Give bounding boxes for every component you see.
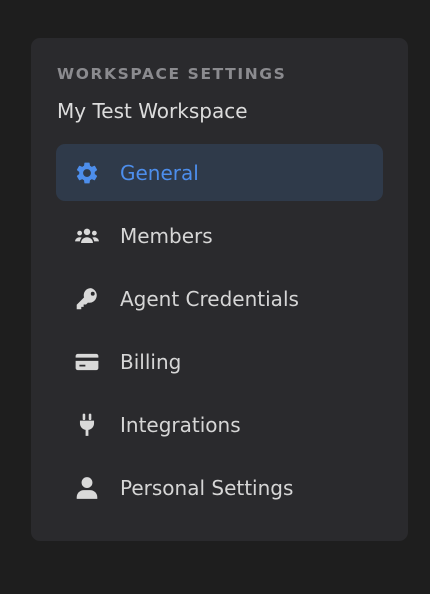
sidebar-item-label: General	[120, 160, 199, 185]
sidebar-item-label: Agent Credentials	[120, 286, 299, 311]
credit-card-icon	[74, 349, 100, 375]
sidebar-item-label: Members	[120, 223, 213, 248]
plug-icon	[74, 412, 100, 438]
user-icon	[74, 475, 100, 501]
users-icon	[74, 223, 100, 249]
sidebar-item-general[interactable]: General	[56, 144, 383, 201]
sidebar-item-personal-settings[interactable]: Personal Settings	[56, 459, 383, 516]
sidebar-item-agent-credentials[interactable]: Agent Credentials	[56, 270, 383, 327]
section-label: WORKSPACE SETTINGS	[57, 65, 287, 83]
sidebar-item-label: Integrations	[120, 412, 241, 437]
workspace-name: My Test Workspace	[57, 99, 248, 123]
gear-icon	[74, 160, 100, 186]
settings-nav: General Members Agent Credentials Billin…	[56, 144, 383, 522]
sidebar-item-billing[interactable]: Billing	[56, 333, 383, 390]
key-icon	[74, 286, 100, 312]
workspace-settings-panel: WORKSPACE SETTINGS My Test Workspace Gen…	[31, 38, 408, 541]
sidebar-item-label: Personal Settings	[120, 475, 294, 500]
sidebar-item-label: Billing	[120, 349, 182, 374]
sidebar-item-integrations[interactable]: Integrations	[56, 396, 383, 453]
sidebar-item-members[interactable]: Members	[56, 207, 383, 264]
